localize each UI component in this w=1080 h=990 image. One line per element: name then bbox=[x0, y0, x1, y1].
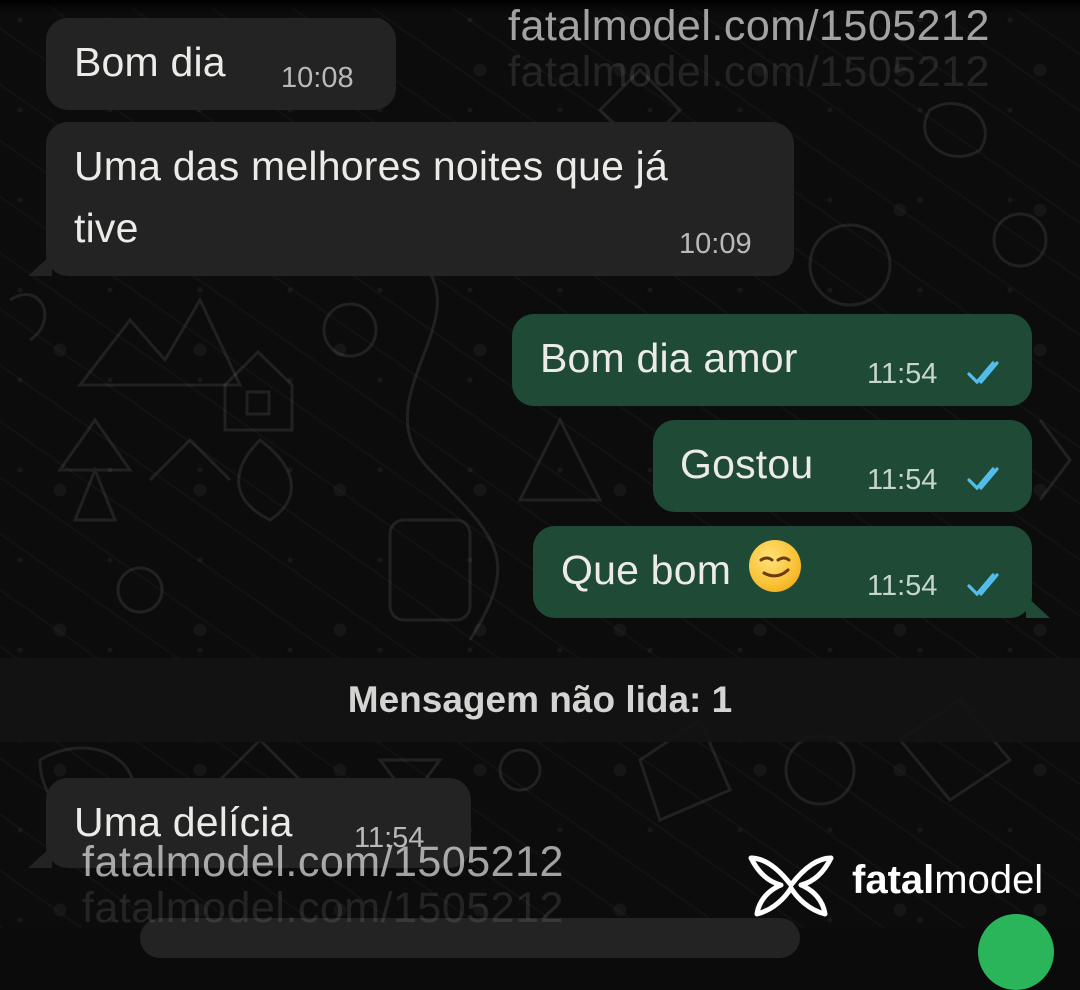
message-time: 11:54 bbox=[867, 464, 938, 496]
smirking-face-emoji-icon bbox=[748, 540, 801, 592]
message-text-line-1: Uma das melhores noites que já bbox=[74, 143, 668, 189]
message-bubble-incoming[interactable]: Uma das melhores noites que já tive 10:0… bbox=[46, 122, 794, 276]
message-text: Que bom bbox=[561, 540, 801, 600]
message-time: 10:08 bbox=[281, 62, 354, 94]
message-text-content: Que bom bbox=[561, 547, 732, 593]
message-bubble-outgoing[interactable]: Que bom 11:54 bbox=[533, 526, 1032, 618]
watermark-url-bottom-ghost: fatalmodel.com/1505212 bbox=[82, 884, 564, 932]
message-bubble-outgoing[interactable]: Bom dia amor 11:54 bbox=[512, 314, 1032, 406]
unread-messages-label: Mensagem não lida: 1 bbox=[347, 679, 733, 720]
fatalmodel-brand-name: fatalmodel bbox=[852, 858, 1044, 902]
message-time: 11:54 bbox=[867, 358, 938, 390]
message-time: 10:09 bbox=[679, 228, 752, 260]
watermark-url-top-ghost: fatalmodel.com/1505212 bbox=[508, 48, 990, 96]
message-text-line-2: tive bbox=[74, 205, 139, 251]
message-text: Gostou bbox=[680, 441, 814, 487]
bubble-tail-incoming bbox=[28, 254, 52, 276]
message-bubble-outgoing[interactable]: Gostou 11:54 bbox=[653, 420, 1032, 512]
message-bubble-incoming[interactable]: Bom dia 10:08 bbox=[46, 18, 396, 110]
new-message-fab-button[interactable] bbox=[978, 914, 1054, 990]
message-text: Bom dia bbox=[74, 39, 226, 85]
fatalmodel-logo-icon bbox=[748, 855, 834, 917]
read-receipt-icon bbox=[967, 361, 999, 385]
watermark-url-top: fatalmodel.com/1505212 bbox=[508, 2, 990, 50]
bubble-tail-incoming bbox=[28, 846, 52, 868]
message-text: Bom dia amor bbox=[540, 335, 798, 381]
unread-messages-banner: Mensagem não lida: 1 bbox=[0, 658, 1080, 742]
watermark-url-bottom: fatalmodel.com/1505212 bbox=[82, 838, 564, 886]
read-receipt-icon bbox=[967, 573, 999, 597]
read-receipt-icon bbox=[967, 467, 999, 491]
message-time: 11:54 bbox=[867, 570, 938, 602]
bubble-tail-outgoing bbox=[1026, 596, 1050, 618]
